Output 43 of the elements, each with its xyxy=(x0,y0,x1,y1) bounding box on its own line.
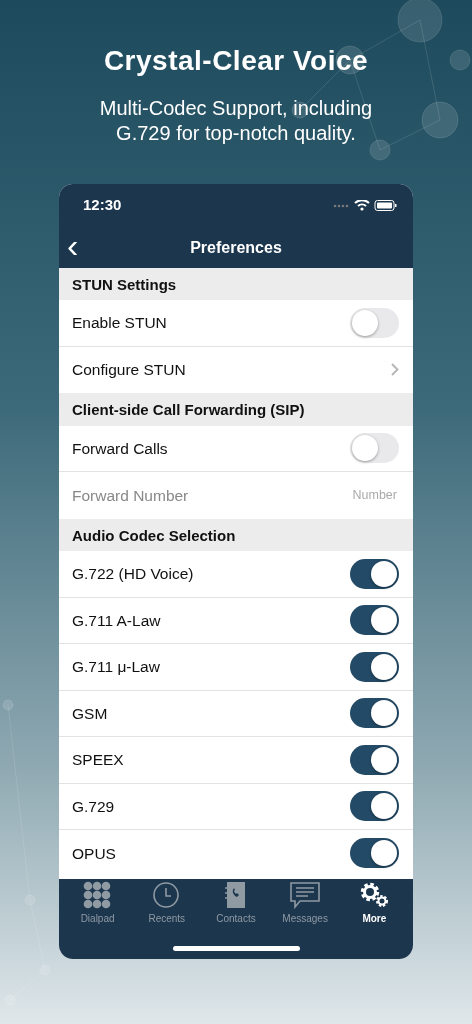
tab-item[interactable]: Messages xyxy=(272,880,339,926)
toggle-switch[interactable] xyxy=(350,698,399,729)
setting-label: Enable STUN xyxy=(72,313,167,334)
headline: Crystal-Clear Voice xyxy=(102,44,370,78)
wifi-icon xyxy=(354,200,370,212)
toggle-switch[interactable] xyxy=(350,651,399,682)
setting-label: G.711 A-Law xyxy=(72,610,161,631)
subheadline: Multi-Codec Support, including G.729 for top-notch quality. xyxy=(98,95,374,146)
setting-label: Forward Number xyxy=(72,485,189,506)
signal-icon xyxy=(333,203,350,208)
toggle-switch[interactable] xyxy=(350,791,399,822)
status-time: 12:30 xyxy=(83,195,122,216)
toggle-switch[interactable] xyxy=(350,838,399,869)
message-icon xyxy=(290,880,321,909)
setting-label: Configure STUN xyxy=(72,360,186,381)
tab-item[interactable]: Recents xyxy=(133,880,200,926)
section-header: STUN Settings xyxy=(59,267,413,301)
setting-label: GSM xyxy=(72,703,108,724)
dialpad-icon xyxy=(82,880,113,909)
toggle-switch[interactable] xyxy=(350,605,399,636)
setting-label: SPEEX xyxy=(72,750,124,771)
section-header: Client-side Call Forwarding (SIP) xyxy=(59,393,413,426)
setting-label: G.722 (HD Voice) xyxy=(72,564,194,585)
toggle-switch[interactable] xyxy=(350,744,399,775)
settings-icon xyxy=(359,880,390,909)
settings-row[interactable]: Configure STUN xyxy=(59,346,413,394)
toggle-switch[interactable] xyxy=(350,558,399,589)
battery-icon xyxy=(374,200,397,212)
chevron-icon xyxy=(391,363,399,377)
tab-item[interactable]: More xyxy=(341,880,408,926)
toggle-switch[interactable] xyxy=(350,433,399,464)
clock-icon xyxy=(151,880,182,909)
tab-item[interactable]: Contacts xyxy=(202,880,269,926)
setting-label: Forward Calls xyxy=(72,438,168,459)
input-field[interactable]: Number xyxy=(309,484,399,506)
back-button[interactable]: ‹ xyxy=(63,227,83,262)
setting-label: G.711 μ-Law xyxy=(72,657,160,678)
toggle-switch[interactable] xyxy=(350,307,399,338)
setting-label: G.729 xyxy=(72,796,115,817)
section-header: Audio Codec Selection xyxy=(59,518,413,552)
screen-title: Preferences xyxy=(190,237,282,258)
tab-item[interactable]: Dialpad xyxy=(64,880,131,926)
setting-label: OPUS xyxy=(72,843,116,864)
